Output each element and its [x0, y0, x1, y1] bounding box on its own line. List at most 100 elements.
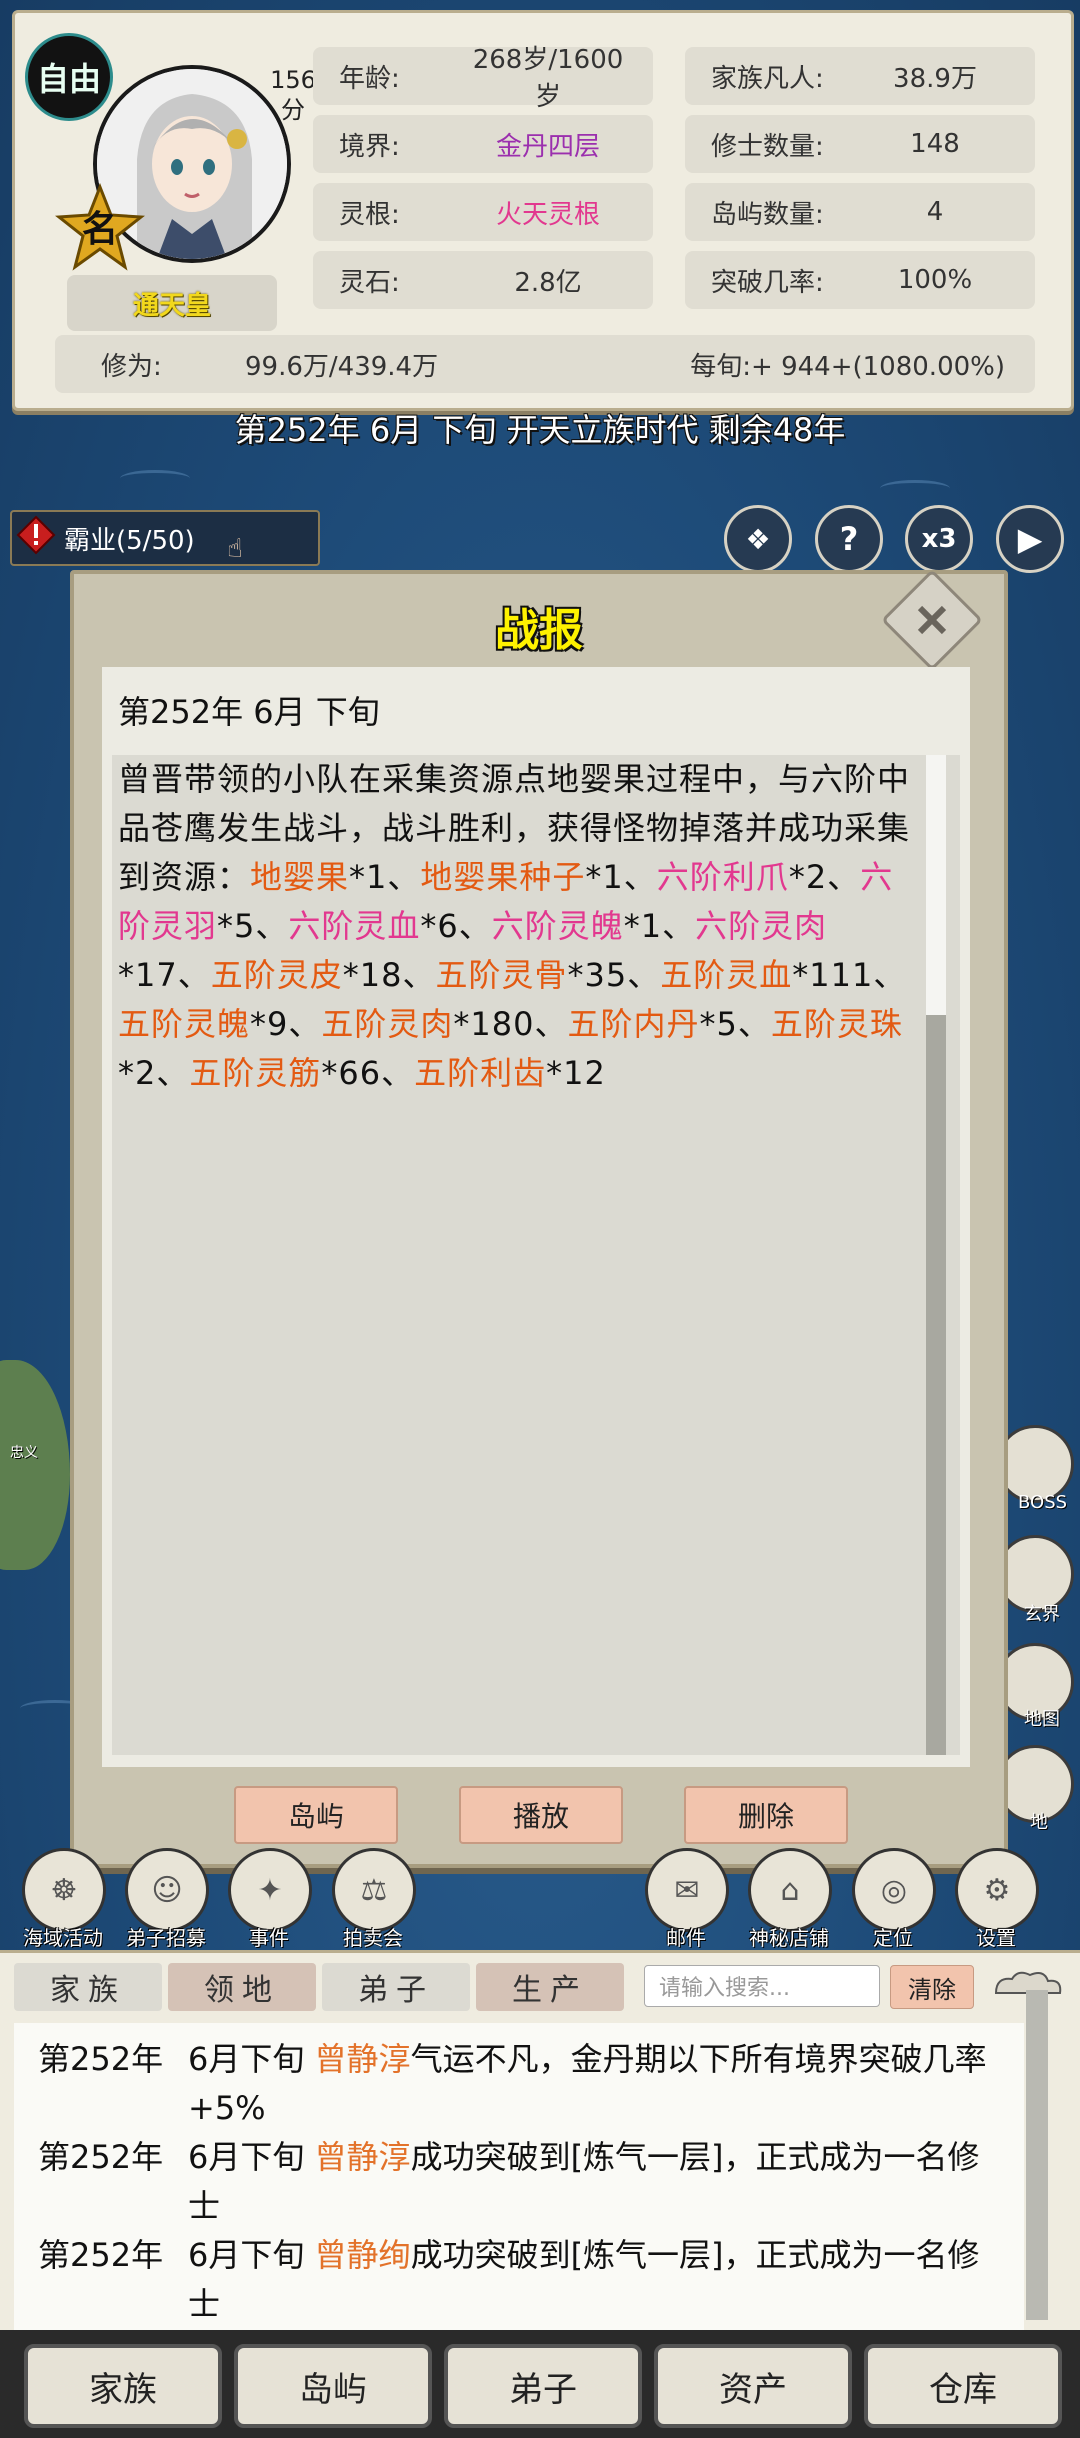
free-status-badge: 自由 [25, 33, 113, 121]
loot-item-qty: *1 [623, 907, 663, 945]
stat-left-2: 灵根: 火天灵根 [313, 183, 653, 241]
report-text: 曾晋带领的小队在采集资源点地婴果过程中，与六阶中品苍鹰发生战斗，战斗胜利，获得怪… [118, 755, 918, 1098]
separator: 、 [402, 956, 436, 994]
dialog-title: 战报 [495, 605, 583, 656]
sea-activity-icon: ☸ [22, 1848, 106, 1932]
loot-item-qty: *180 [453, 1005, 535, 1043]
separator: 、 [458, 907, 492, 945]
play-button[interactable]: ▶ [996, 505, 1064, 573]
report-scrollbar-thumb[interactable] [926, 755, 946, 1015]
nav-islands[interactable]: 岛屿 [234, 2344, 432, 2428]
ancestor-hall-button[interactable]: ❖ [724, 505, 792, 573]
loot-item-name: 六阶利爪 [656, 858, 789, 896]
auction-icon: ⚖ [332, 1848, 416, 1932]
loot-item-qty: *18 [342, 956, 403, 994]
nav-disciples[interactable]: 弟子 [444, 2344, 642, 2428]
search-input[interactable]: 请输入搜索... [644, 1965, 880, 2007]
sea-activity-button[interactable]: ☸ 海域活动 [22, 1848, 106, 1951]
settings-button[interactable]: ⚙ 设置 [955, 1848, 1039, 1951]
stat-label: 境界: [339, 131, 400, 162]
shop-icon: ⌂ [748, 1848, 832, 1932]
loot-item-qty: *5 [699, 1005, 738, 1043]
stat-left-3: 灵石: 2.8亿 [313, 251, 653, 309]
loot-item-qty: *35 [567, 956, 628, 994]
separator: 、 [177, 956, 211, 994]
settings-icon: ⚙ [955, 1848, 1039, 1932]
log-entry: 第252年 6月下旬 曾静淳气运不凡，金丹期以下所有境界突破几率+5% [38, 2035, 1008, 2133]
event-icon: ✦ [228, 1848, 312, 1932]
log-list[interactable]: 第252年 6月下旬 曾静淳气运不凡，金丹期以下所有境界突破几率+5% 第252年 6… [14, 2023, 1024, 2333]
log-person-name[interactable]: 曾静淳 [315, 2040, 411, 2078]
mail-button[interactable]: ✉ 邮件 [645, 1848, 729, 1951]
report-scroll-area[interactable]: 曾晋带领的小队在采集资源点地婴果过程中，与六阶中品苍鹰发生战斗，战斗胜利，获得怪… [112, 755, 960, 1755]
stat-label: 灵石: [339, 267, 400, 298]
loot-item-qty: *1 [349, 858, 388, 896]
separator: 、 [827, 858, 861, 896]
separator: 、 [387, 858, 421, 896]
shop-button[interactable]: ⌂ 神秘店铺 [748, 1848, 832, 1951]
player-status-panel: 自由 名 156 分 通天皇 修为: 99.6万/439.4万 每旬:+ 944… [12, 10, 1074, 411]
loot-item-qty: *1 [585, 858, 624, 896]
island-button[interactable]: 岛屿 [234, 1786, 398, 1844]
stat-value: 148 [910, 129, 960, 159]
recruit-button[interactable]: ☺ 弟子招募 [125, 1848, 209, 1951]
separator: 、 [873, 956, 907, 994]
clear-button[interactable]: 清除 [890, 1965, 974, 2009]
stat-right-2: 岛屿数量: 4 [685, 183, 1035, 241]
loot-item-qty: *9 [250, 1005, 289, 1043]
nav-family[interactable]: 家族 [24, 2344, 222, 2428]
log-entry: 第252年 6月下旬 曾静淳成功突破到[炼气一层]，正式成为一名修士 [38, 2133, 1008, 2231]
nav-warehouse[interactable]: 仓库 [864, 2344, 1062, 2428]
loot-item-qty: *66 [321, 1054, 382, 1092]
loot-item-name: 地婴果 [250, 858, 350, 896]
cultivation-value: 99.6万/439.4万 [245, 351, 439, 382]
log-person-name[interactable]: 曾静淳 [315, 2138, 411, 2176]
auction-button[interactable]: ⚖ 拍卖会 [332, 1848, 416, 1951]
hegemony-label: 霸业(5/50) [64, 525, 195, 556]
per-turn-gain: 每旬:+ 944+(1080.00%) [690, 351, 1005, 382]
loot-item-name: 五阶内丹 [567, 1005, 700, 1043]
pointer-hand-icon: ☝ [227, 534, 243, 564]
name-star-badge: 名 [55, 182, 145, 273]
tab-disciples[interactable]: 弟子 [322, 1963, 470, 2011]
action-label: 弟子招募 [126, 1926, 206, 1950]
hegemony-quest-button[interactable]: 霸业(5/50) ☝ [10, 510, 320, 566]
speed-x3-button[interactable]: x3 [905, 505, 973, 573]
land-label: 地 [1030, 1812, 1048, 1833]
locate-button[interactable]: ◎ 定位 [852, 1848, 936, 1951]
stat-label: 年龄: [339, 63, 400, 94]
loot-item-name: 地婴果种子 [420, 858, 586, 896]
loot-item-qty: *17 [118, 956, 178, 994]
delete-button[interactable]: 删除 [684, 1786, 848, 1844]
event-button[interactable]: ✦ 事件 [228, 1848, 312, 1951]
separator: 、 [627, 956, 661, 994]
stat-label: 灵根: [339, 199, 400, 230]
stat-left-0: 年龄: 268岁/1600岁 [313, 45, 653, 112]
separator: 、 [623, 858, 657, 896]
log-year: 第252年 [38, 2138, 164, 2176]
stat-value: 38.9万 [893, 63, 977, 94]
map-label: 地图 [1024, 1709, 1060, 1730]
action-label: 定位 [873, 1926, 913, 1950]
era-time-banner: 第252年 6月 下旬 开天立族时代 剩余48年 [234, 411, 846, 449]
crest-icon: ❖ [745, 522, 771, 556]
replay-button[interactable]: 播放 [459, 1786, 623, 1844]
loot-item-name: 五阶灵骨 [435, 956, 568, 994]
separator: 、 [737, 1005, 771, 1043]
island-label: 忠义 [10, 1445, 38, 1461]
separator: 、 [662, 907, 696, 945]
tab-production[interactable]: 生产 [476, 1963, 624, 2011]
tab-family[interactable]: 家族 [14, 1963, 162, 2011]
stat-value: 100% [897, 265, 973, 295]
character-title[interactable]: 通天皇 [67, 275, 277, 331]
log-person-name[interactable]: 曾静绚 [315, 2236, 411, 2274]
alert-icon [16, 515, 56, 562]
tab-territory[interactable]: 领地 [168, 1963, 316, 2011]
bottom-navigation: 家族 岛屿 弟子 资产 仓库 [0, 2330, 1080, 2438]
mystic-realm-label: 玄界 [1024, 1604, 1060, 1625]
nav-assets[interactable]: 资产 [654, 2344, 852, 2428]
help-button[interactable]: ? [815, 505, 883, 573]
log-scrollbar[interactable] [1026, 1990, 1048, 2320]
stat-right-3: 突破几率: 100% [685, 251, 1035, 309]
loot-item-name: 六阶灵魄 [491, 907, 624, 945]
